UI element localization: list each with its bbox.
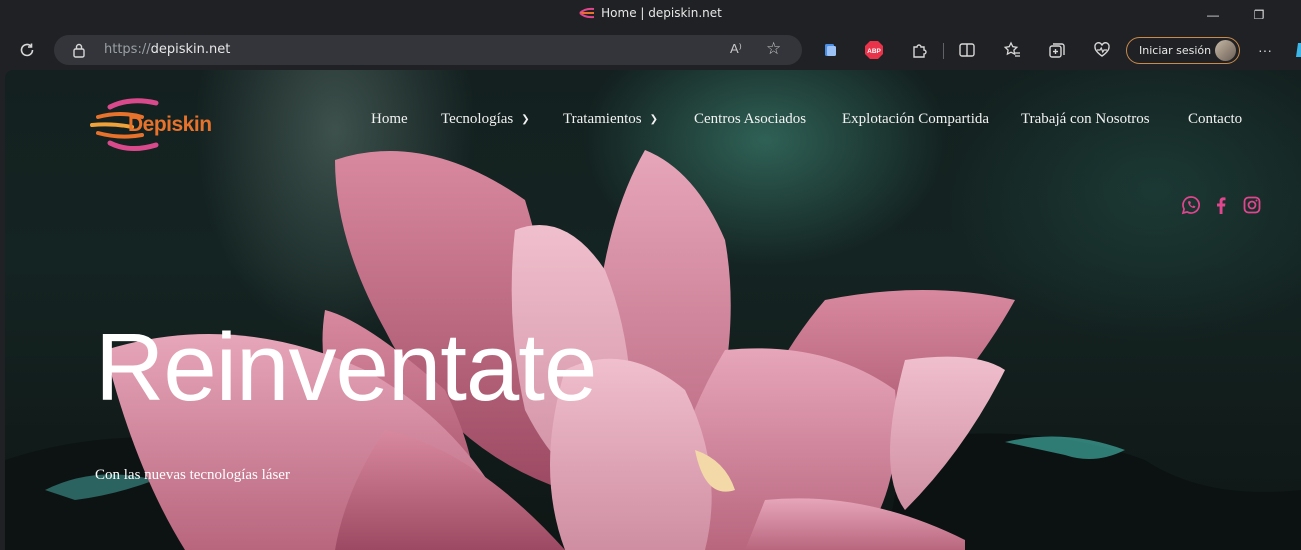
url-protocol: https:// (104, 42, 151, 57)
hero-subtitle: Con las nuevas tecnologías láser (95, 467, 290, 483)
restore-icon: ❐ (1253, 8, 1265, 22)
browser-essentials-button[interactable] (1089, 38, 1115, 62)
collections-icon (825, 44, 836, 56)
restore-button[interactable]: ❐ (1236, 0, 1282, 30)
more-icon: ··· (1258, 42, 1272, 58)
url-host: depiskin.net (150, 42, 231, 57)
more-menu-button[interactable]: ··· (1252, 38, 1278, 62)
avatar (1215, 40, 1236, 61)
site-logo[interactable]: Depiskin (90, 95, 220, 155)
nav-centros-label: Centros Asociados (694, 111, 807, 127)
puzzle-icon (913, 44, 927, 58)
adblock-plus-button[interactable]: ABP (861, 38, 887, 62)
whatsapp-icon[interactable] (1181, 195, 1201, 215)
nav-tratamientos[interactable]: Tratamientos ❯ (563, 111, 658, 128)
collections-extension-button[interactable] (817, 38, 843, 62)
minimize-icon: — (1207, 8, 1219, 22)
favorites-button[interactable] (999, 38, 1025, 62)
nav-tecnologias[interactable]: Tecnologías ❯ (441, 111, 530, 128)
refresh-icon (20, 43, 34, 57)
minimize-button[interactable]: — (1190, 0, 1236, 30)
adblock-plus-icon: ABP (865, 41, 883, 59)
facebook-icon[interactable] (1211, 195, 1231, 215)
collections-button[interactable] (1044, 38, 1070, 62)
read-aloud-icon[interactable]: A⁾ (730, 41, 742, 57)
browser-toolbar: https://depiskin.net A⁾ ☆ ABP Iniciar se… (0, 30, 1301, 70)
nav-trabaja-con-nosotros[interactable]: Trabajá con Nosotros (1021, 111, 1150, 128)
favorites-list-icon (1003, 41, 1020, 57)
toolbar-divider (943, 43, 944, 59)
nav-tecnologias-label: Tecnologías (441, 111, 514, 127)
svg-text:ABP: ABP (867, 48, 881, 55)
nav-home[interactable]: Home (371, 111, 408, 128)
nav-centros-asociados[interactable]: Centros Asociados (694, 111, 806, 128)
hero-title: Reinventate (95, 314, 597, 421)
title-bar: Home | depiskin.net — ❐ (0, 0, 1301, 30)
page-viewport: Depiskin Home Tecnologías ❯ Tratamientos ❯… (5, 70, 1301, 550)
nav-explotacion-label: Explotación Compartida (842, 111, 990, 127)
split-screen-button[interactable] (954, 38, 980, 62)
chevron-down-icon: ❯ (649, 114, 659, 125)
copilot-icon (1296, 43, 1301, 57)
logo-text: Depiskin (128, 113, 212, 136)
split-screen-icon (959, 43, 975, 57)
nav-contacto[interactable]: Contacto (1188, 111, 1242, 128)
depiskin-favicon-icon (579, 7, 595, 19)
nav-home-label: Home (371, 111, 408, 127)
refresh-button[interactable] (14, 38, 40, 62)
window-title-text: Home | depiskin.net (601, 6, 722, 20)
nav-contacto-label: Contacto (1188, 111, 1243, 127)
window-title: Home | depiskin.net (0, 6, 1301, 20)
nav-tratamientos-label: Tratamientos (563, 111, 642, 127)
lock-icon (73, 43, 85, 58)
signin-label: Iniciar sesión (1139, 44, 1212, 57)
chevron-down-icon: ❯ (521, 114, 530, 125)
address-bar[interactable]: https://depiskin.net A⁾ ☆ (54, 35, 802, 65)
nav-trabaja-label: Trabajá con Nosotros (1021, 111, 1150, 127)
favorite-star-icon[interactable]: ☆ (766, 39, 781, 59)
extensions-button[interactable] (907, 38, 933, 62)
collections-add-icon (1049, 43, 1065, 58)
heart-pulse-icon (1094, 42, 1110, 57)
signin-button[interactable]: Iniciar sesión (1126, 37, 1240, 64)
copilot-button[interactable] (1288, 38, 1301, 62)
url-text: https://depiskin.net (104, 42, 230, 57)
instagram-icon[interactable] (1242, 195, 1262, 215)
nav-explotacion-compartida[interactable]: Explotación Compartida (842, 111, 989, 128)
